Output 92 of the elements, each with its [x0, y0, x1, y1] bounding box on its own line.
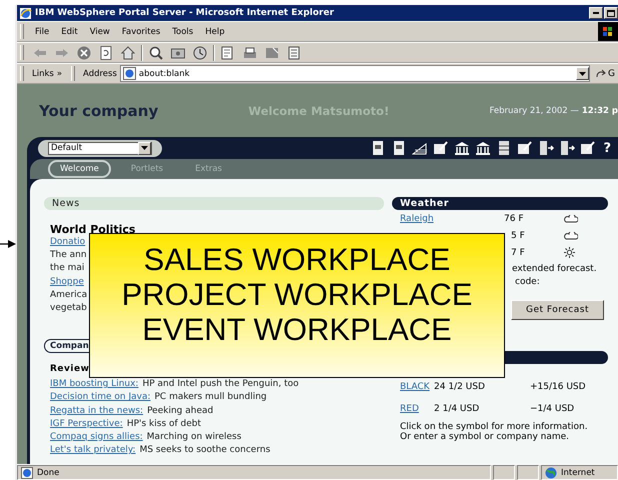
page-icon	[122, 67, 136, 80]
temperature: 7 F	[510, 248, 526, 258]
menu-item[interactable]: File	[29, 26, 56, 36]
minimize-icon	[593, 12, 599, 14]
menu-item[interactable]: Edit	[55, 26, 84, 36]
stock-price: 2 1/4 USD	[434, 404, 480, 414]
pencil-icon[interactable]	[580, 140, 596, 156]
stocks-note: Click on the symbol for more information.	[399, 422, 589, 432]
help-button[interactable]: ?	[600, 140, 614, 156]
go-arrow-icon	[596, 68, 606, 78]
address-field[interactable]: about:blank	[120, 65, 590, 82]
window-title: IBM WebSphere Portal Server - Microsoft Internet Explorer	[35, 8, 334, 18]
status-pane	[493, 465, 515, 480]
menu-item[interactable]: Tools	[166, 26, 200, 36]
document-icon[interactable]	[286, 44, 302, 60]
links-label[interactable]: Links	[29, 68, 57, 78]
pencil-icon[interactable]	[517, 140, 534, 156]
home-icon[interactable]	[120, 44, 136, 60]
time-text: 12:32 p	[582, 106, 618, 116]
building-icon[interactable]	[475, 140, 492, 156]
menu-item[interactable]: Help	[199, 26, 231, 36]
caret-icon	[579, 72, 586, 76]
maximize-icon	[607, 10, 615, 16]
review-summary: PC makers mull bundling	[154, 392, 267, 404]
clock-icon[interactable]	[192, 44, 208, 60]
page-select[interactable]: Default	[48, 142, 152, 154]
stock-symbol-link[interactable]: BLACK	[400, 382, 434, 392]
stock-change: +15/16 USD	[530, 382, 586, 392]
minimize-button[interactable]	[589, 7, 603, 19]
review-link[interactable]: Decision time on Java:	[50, 392, 150, 406]
door-arrow-icon[interactable]	[559, 140, 576, 156]
review-summary: Marching on wireless	[146, 432, 242, 444]
stock-change: −1/4 USD	[530, 404, 574, 414]
callout-text: EVENT WORKPLACE	[142, 312, 452, 347]
ruler-icon[interactable]	[412, 140, 428, 156]
menu-item[interactable]: Favorites	[116, 26, 166, 36]
news-text: the mai	[50, 263, 84, 276]
review-link[interactable]: Let's talk privately:	[50, 445, 136, 458]
chevron-text[interactable]: »	[56, 68, 68, 78]
news-link[interactable]: Shoppe	[50, 276, 84, 290]
refresh-icon[interactable]	[98, 44, 114, 60]
address-label: Address	[82, 68, 118, 78]
caret-icon	[141, 146, 148, 150]
weather-note: code:	[514, 277, 541, 289]
news-link[interactable]: Donatio	[50, 237, 86, 250]
news-text: America	[50, 290, 88, 302]
stock-symbol-link[interactable]: RED	[400, 404, 434, 414]
news-header: News	[44, 197, 384, 210]
temperature: 76 F	[504, 214, 524, 224]
cloud-icon	[564, 232, 578, 240]
stocks-note: Or enter a symbol or company name.	[399, 432, 570, 442]
weather-header: Weather	[392, 197, 608, 210]
review-link[interactable]: Compaq signs allies:	[50, 432, 143, 446]
review-summary: HP's kiss of debt	[126, 418, 202, 431]
review-link[interactable]: IGF Perspective:	[50, 418, 123, 432]
search-icon[interactable]	[148, 44, 164, 60]
news-text: vegetab	[50, 302, 87, 315]
go-button[interactable]: G	[590, 68, 618, 78]
city-link[interactable]: Raleigh	[400, 214, 434, 224]
temperature: 5 F	[510, 230, 526, 240]
review-link[interactable]: IBM boosting Linux:	[50, 379, 138, 392]
review-summary: MS seeks to soothe concerns	[140, 445, 270, 458]
status-text: Done	[37, 468, 60, 478]
browser-logo-icon	[19, 6, 32, 20]
dropdown-button[interactable]	[576, 67, 589, 80]
door-arrow-icon[interactable]	[538, 140, 554, 156]
building-icon[interactable]	[454, 140, 470, 156]
date-text: February 21, 2002 —	[489, 106, 579, 116]
menu-item[interactable]: View	[84, 26, 116, 36]
pencil-icon[interactable]	[433, 140, 450, 156]
reviews-heading: Review	[50, 364, 90, 376]
weather-note: extended forecast.	[511, 264, 598, 276]
printer-icon[interactable]	[242, 44, 258, 60]
cloud-icon	[564, 214, 578, 222]
get-forecast-button[interactable]: Get Forecast	[511, 300, 604, 320]
review-link[interactable]: Regatta in the news:	[50, 406, 144, 419]
stop-icon[interactable]	[76, 44, 92, 60]
zone-text: Internet	[561, 468, 595, 478]
company-name: Your company	[39, 102, 160, 120]
review-summary: HP and Intel push the Penguin, too	[142, 379, 299, 392]
pointer-arrow	[0, 240, 16, 248]
callout-text: PROJECT WORKPLACE	[122, 277, 472, 312]
maximize-button[interactable]	[604, 7, 618, 19]
stock-price: 24 1/2 USD	[434, 382, 486, 392]
globe-icon	[545, 466, 557, 478]
status-pane	[517, 465, 539, 480]
windows-logo-icon	[598, 22, 618, 41]
news-text: The ann	[50, 250, 87, 262]
review-summary: Peeking ahead	[147, 406, 214, 418]
callout-text: SALES WORKPLACE	[144, 242, 450, 277]
sun-icon	[564, 247, 575, 258]
news-headline: World Politics	[50, 223, 136, 237]
